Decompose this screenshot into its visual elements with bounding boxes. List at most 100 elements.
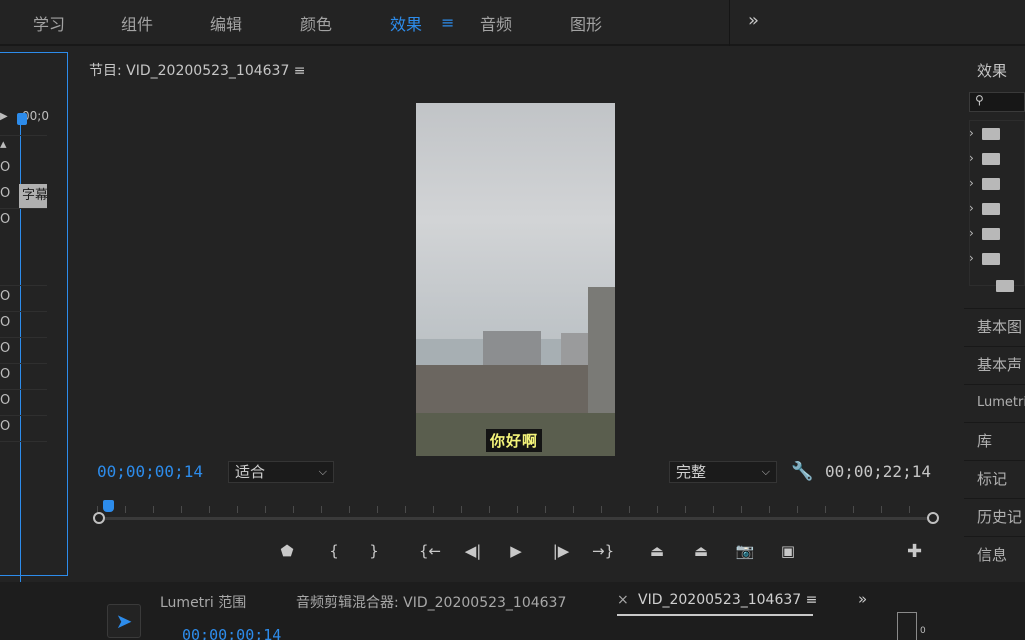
effects-panel: 效果 ⚲ › › › › › › 基本图 基本声 Lumetri 库 标记 历史…: [964, 52, 1025, 576]
tree-item-audio-effects[interactable]: ›: [969, 176, 1000, 190]
folder-icon: [981, 177, 1000, 190]
step-back-icon[interactable]: ◀|: [462, 542, 484, 560]
track-divider: [0, 441, 47, 442]
tab-audio-clip-mixer[interactable]: 音频剪辑混合器: VID_20200523_104637: [296, 592, 566, 612]
workspace-tab-assembly[interactable]: 组件: [121, 11, 153, 35]
panel-libraries[interactable]: 库: [964, 422, 1025, 458]
track-sync-icon[interactable]: O: [0, 419, 10, 434]
folder-icon: [996, 279, 1014, 292]
compare-icon[interactable]: ▣: [777, 542, 799, 560]
current-timecode[interactable]: 00;00;00;14: [97, 462, 203, 481]
playhead-handle[interactable]: [17, 113, 27, 125]
panel-info[interactable]: 信息: [964, 536, 1025, 572]
selection-tool-icon[interactable]: ➤: [107, 604, 141, 638]
star-folder-icon: [981, 127, 1000, 140]
track-divider: [0, 311, 47, 312]
fit-dropdown-value: 适合: [235, 463, 266, 481]
extract-icon[interactable]: ⏏: [690, 542, 712, 560]
quality-dropdown-value: 完整: [676, 463, 707, 481]
effects-search-input[interactable]: ⚲: [969, 92, 1025, 112]
track-sync-icon[interactable]: O: [0, 160, 10, 175]
track-sync-icon[interactable]: O: [0, 367, 10, 382]
wrench-icon[interactable]: 🔧: [791, 461, 813, 482]
go-to-out-icon[interactable]: →}: [592, 542, 614, 560]
workspace-tab-learn[interactable]: 学习: [33, 11, 65, 35]
tree-item-audio-transitions[interactable]: ›: [969, 201, 1000, 215]
zoom-bar[interactable]: [99, 517, 933, 520]
track-sync-icon[interactable]: O: [0, 289, 10, 304]
tree-item-lumetri-presets[interactable]: ›: [969, 151, 1000, 165]
time-ruler[interactable]: [93, 500, 939, 524]
workspace-tab-editing[interactable]: 编辑: [210, 11, 242, 35]
tree-item-video-transitions[interactable]: ›: [969, 251, 1000, 265]
workspace-divider: [729, 0, 730, 46]
track-divider: [0, 285, 47, 286]
search-icon: ⚲: [975, 93, 984, 107]
panel-essential-sound[interactable]: 基本声: [964, 346, 1025, 382]
folder-icon: [981, 227, 1000, 240]
zoom-handle-left[interactable]: [93, 512, 105, 524]
panel-markers[interactable]: 标记: [964, 460, 1025, 496]
camera-icon[interactable]: 📷: [734, 542, 756, 560]
track-sync-icon[interactable]: O: [0, 393, 10, 408]
tab-timeline-sequence[interactable]: VID_20200523_104637 ≡: [638, 592, 817, 608]
premiere-window: 学习 组件 编辑 颜色 效果 ≡ 音频 图形 » ▶ 00;0 ▴ 字幕 O O…: [0, 0, 1025, 640]
panel-essential-graphics[interactable]: 基本图: [964, 308, 1025, 344]
video-caption: 你好啊: [486, 429, 543, 452]
caption-clip[interactable]: 字幕: [19, 184, 47, 208]
track-divider: [0, 363, 47, 364]
panel-overflow-icon[interactable]: »: [858, 590, 867, 608]
tree-item-presets[interactable]: ›: [969, 126, 1000, 140]
track-divider: [0, 208, 47, 209]
active-tab-underline: [617, 614, 813, 616]
fit-dropdown[interactable]: 适合 ⌵: [228, 461, 334, 483]
zoom-handle-right[interactable]: [927, 512, 939, 524]
timeline-timecode[interactable]: 00;00;00;14: [182, 626, 281, 640]
star-folder-icon: [981, 152, 1000, 165]
quality-dropdown[interactable]: 完整 ⌵: [669, 461, 777, 483]
add-marker-icon[interactable]: ⬟: [276, 542, 298, 560]
mark-out-icon[interactable]: }: [363, 542, 385, 560]
track-sync-icon[interactable]: O: [0, 315, 10, 330]
workspace-overflow-icon[interactable]: »: [748, 10, 759, 31]
add-button-icon[interactable]: ✚: [907, 541, 922, 562]
folder-icon: [981, 202, 1000, 215]
track-sync-icon[interactable]: O: [0, 341, 10, 356]
workspace-tab-audio[interactable]: 音频: [480, 11, 512, 35]
new-folder-icon[interactable]: [996, 278, 1014, 292]
mark-in-icon[interactable]: {: [323, 542, 345, 560]
track-sync-icon[interactable]: O: [0, 186, 10, 201]
audio-meter: [897, 612, 917, 640]
workspace-bar: 学习 组件 编辑 颜色 效果 ≡ 音频 图形 »: [0, 0, 1025, 46]
track-divider: [0, 415, 47, 416]
step-forward-icon[interactable]: |▶: [550, 542, 572, 560]
playhead-handle[interactable]: [103, 500, 114, 512]
program-monitor-title[interactable]: 节目: VID_20200523_104637 ≡: [89, 60, 306, 80]
close-tab-icon[interactable]: ×: [617, 592, 629, 608]
go-to-in-icon[interactable]: {←: [419, 542, 441, 560]
track-divider: [0, 135, 47, 136]
track-divider: [0, 389, 47, 390]
chevron-down-icon: ⌵: [761, 465, 770, 478]
lift-icon[interactable]: ⏏: [646, 542, 668, 560]
workspace-tab-color[interactable]: 颜色: [300, 11, 332, 35]
workspace-tab-graphics[interactable]: 图形: [570, 11, 602, 35]
caret-up-icon[interactable]: ▴: [0, 137, 7, 152]
play-triangle-icon[interactable]: ▶: [0, 111, 8, 122]
bottom-panels: ➤ Lumetri 范围 音频剪辑混合器: VID_20200523_10463…: [0, 582, 1025, 640]
effects-panel-title[interactable]: 效果: [977, 60, 1007, 81]
duration-timecode: 00;00;22;14: [825, 462, 931, 481]
panel-history[interactable]: 历史记: [964, 498, 1025, 534]
ruler-ticks: [97, 506, 935, 513]
tree-item-video-effects[interactable]: ›: [969, 226, 1000, 240]
audio-meter-zero-label: 0: [920, 626, 926, 636]
tab-lumetri-scopes[interactable]: Lumetri 范围: [160, 592, 246, 612]
panel-lumetri-color[interactable]: Lumetri: [964, 384, 1025, 420]
left-panel: ▶ 00;0 ▴ 字幕 O O O O O O O O O ○○: [0, 52, 68, 604]
play-icon[interactable]: ▶: [505, 542, 527, 560]
workspace-tab-effects[interactable]: 效果: [390, 11, 422, 35]
track-sync-icon[interactable]: O: [0, 212, 10, 227]
workspace-menu-icon[interactable]: ≡: [441, 13, 454, 32]
video-frame: 你好啊: [416, 103, 615, 456]
chevron-down-icon: ⌵: [318, 465, 327, 478]
